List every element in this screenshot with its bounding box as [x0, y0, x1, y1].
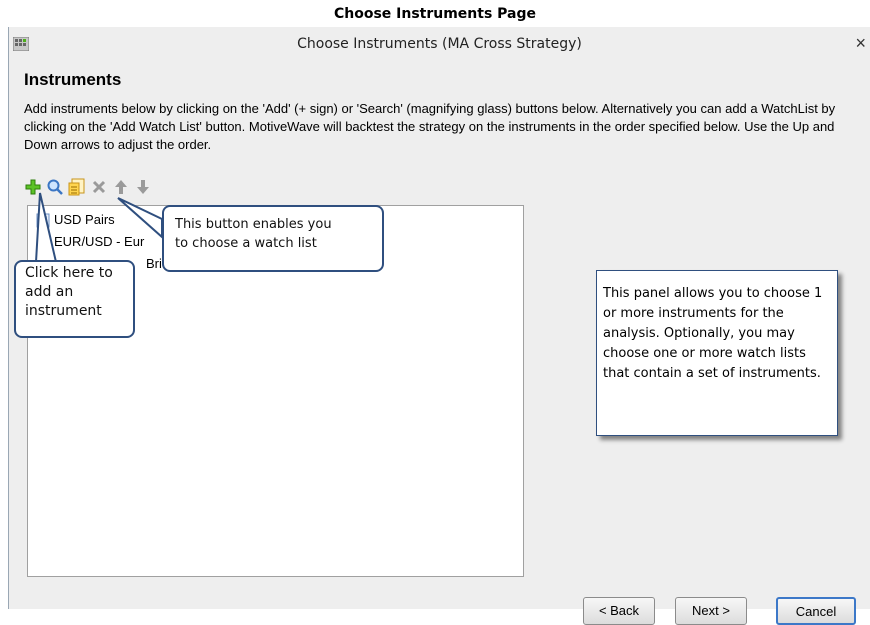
list-item-label: EUR/USD - Eur [54, 234, 145, 249]
arrow-up-icon[interactable] [112, 178, 130, 196]
search-icon[interactable] [46, 178, 64, 196]
back-button[interactable]: < Back [583, 597, 655, 625]
cancel-button[interactable]: Cancel [776, 597, 856, 625]
watch-list-icon [36, 213, 50, 228]
currency-icon [36, 236, 50, 250]
arrow-down-icon[interactable] [134, 178, 152, 196]
callout-line: Click here to [25, 265, 113, 281]
remove-icon[interactable] [90, 178, 108, 196]
add-instrument-callout: Click here to add an instrument [14, 260, 135, 338]
callout-line: This button enables you [175, 217, 332, 232]
panel-note-callout: This panel allows you to choose 1 or mor… [596, 270, 838, 436]
list-item[interactable]: USD Pairs [36, 211, 115, 229]
list-item-label: USD Pairs [54, 212, 115, 227]
close-button[interactable]: × [855, 33, 866, 53]
watch-list-icon[interactable] [68, 178, 86, 196]
list-item[interactable]: EUR/USD - Eur [36, 233, 144, 251]
instructions-text: Add instruments below by clicking on the… [24, 101, 836, 152]
window-title: Choose Instruments (MA Cross Strategy) [297, 36, 582, 52]
next-button[interactable]: Next > [675, 597, 747, 625]
callout-line: to choose a watch list [175, 236, 317, 251]
section-heading: Instruments [24, 70, 122, 89]
title-bar: Choose Instruments (MA Cross Strategy) × [9, 27, 870, 61]
callout-line: add an [25, 284, 74, 300]
watch-list-callout: This button enables you to choose a watc… [162, 205, 384, 272]
page-caption: Choose Instruments Page [333, 6, 537, 22]
callout-line: instrument [25, 303, 102, 319]
add-icon[interactable] [24, 178, 42, 196]
